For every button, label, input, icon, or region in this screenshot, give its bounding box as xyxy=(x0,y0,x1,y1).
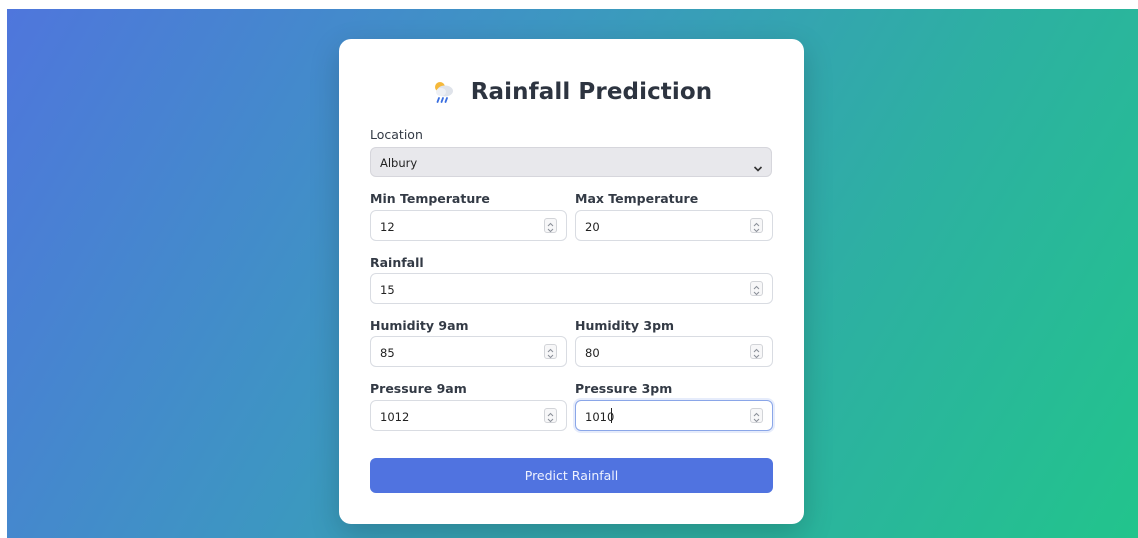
min-temperature-input[interactable]: 12 xyxy=(370,210,567,241)
predict-rainfall-button[interactable]: Predict Rainfall xyxy=(370,458,773,493)
text-cursor xyxy=(611,408,612,423)
humidity-3pm-input[interactable]: 80 xyxy=(575,336,773,367)
page-title: Rainfall Prediction xyxy=(470,79,713,105)
number-stepper[interactable] xyxy=(750,344,763,359)
prediction-card: Rainfall Prediction Location Albury Min … xyxy=(339,39,804,524)
title-row: Rainfall Prediction xyxy=(339,75,804,109)
pressure-3pm-label: Pressure 3pm xyxy=(575,381,673,396)
pressure-9am-label: Pressure 9am xyxy=(370,381,467,396)
max-temperature-label: Max Temperature xyxy=(575,191,699,206)
number-stepper[interactable] xyxy=(750,281,763,296)
location-label: Location xyxy=(370,127,423,142)
min-temperature-label: Min Temperature xyxy=(370,191,490,206)
pressure-9am-input[interactable]: 1012 xyxy=(370,400,567,431)
chevron-down-icon xyxy=(753,158,763,172)
location-select[interactable]: Albury xyxy=(370,147,772,177)
pressure-9am-value: 1012 xyxy=(380,410,410,424)
cloud-rain-sun-icon xyxy=(431,79,457,105)
pressure-3pm-input[interactable]: 1010 xyxy=(575,400,773,431)
max-temperature-input[interactable]: 20 xyxy=(575,210,773,241)
humidity-9am-label: Humidity 9am xyxy=(370,318,469,333)
pressure-3pm-value: 1010 xyxy=(585,410,615,424)
min-temperature-value: 12 xyxy=(380,220,395,234)
humidity-3pm-label: Humidity 3pm xyxy=(575,318,675,333)
rainfall-label: Rainfall xyxy=(370,255,424,270)
number-stepper[interactable] xyxy=(544,408,557,423)
number-stepper[interactable] xyxy=(544,344,557,359)
number-stepper[interactable] xyxy=(750,218,763,233)
humidity-9am-value: 85 xyxy=(380,346,395,360)
number-stepper[interactable] xyxy=(544,218,557,233)
max-temperature-value: 20 xyxy=(585,220,600,234)
number-stepper[interactable] xyxy=(750,408,763,423)
page-background: Rainfall Prediction Location Albury Min … xyxy=(7,9,1138,538)
rainfall-input[interactable]: 15 xyxy=(370,273,773,304)
rainfall-value: 15 xyxy=(380,283,395,297)
humidity-3pm-value: 80 xyxy=(585,346,600,360)
location-value: Albury xyxy=(380,156,418,170)
humidity-9am-input[interactable]: 85 xyxy=(370,336,567,367)
